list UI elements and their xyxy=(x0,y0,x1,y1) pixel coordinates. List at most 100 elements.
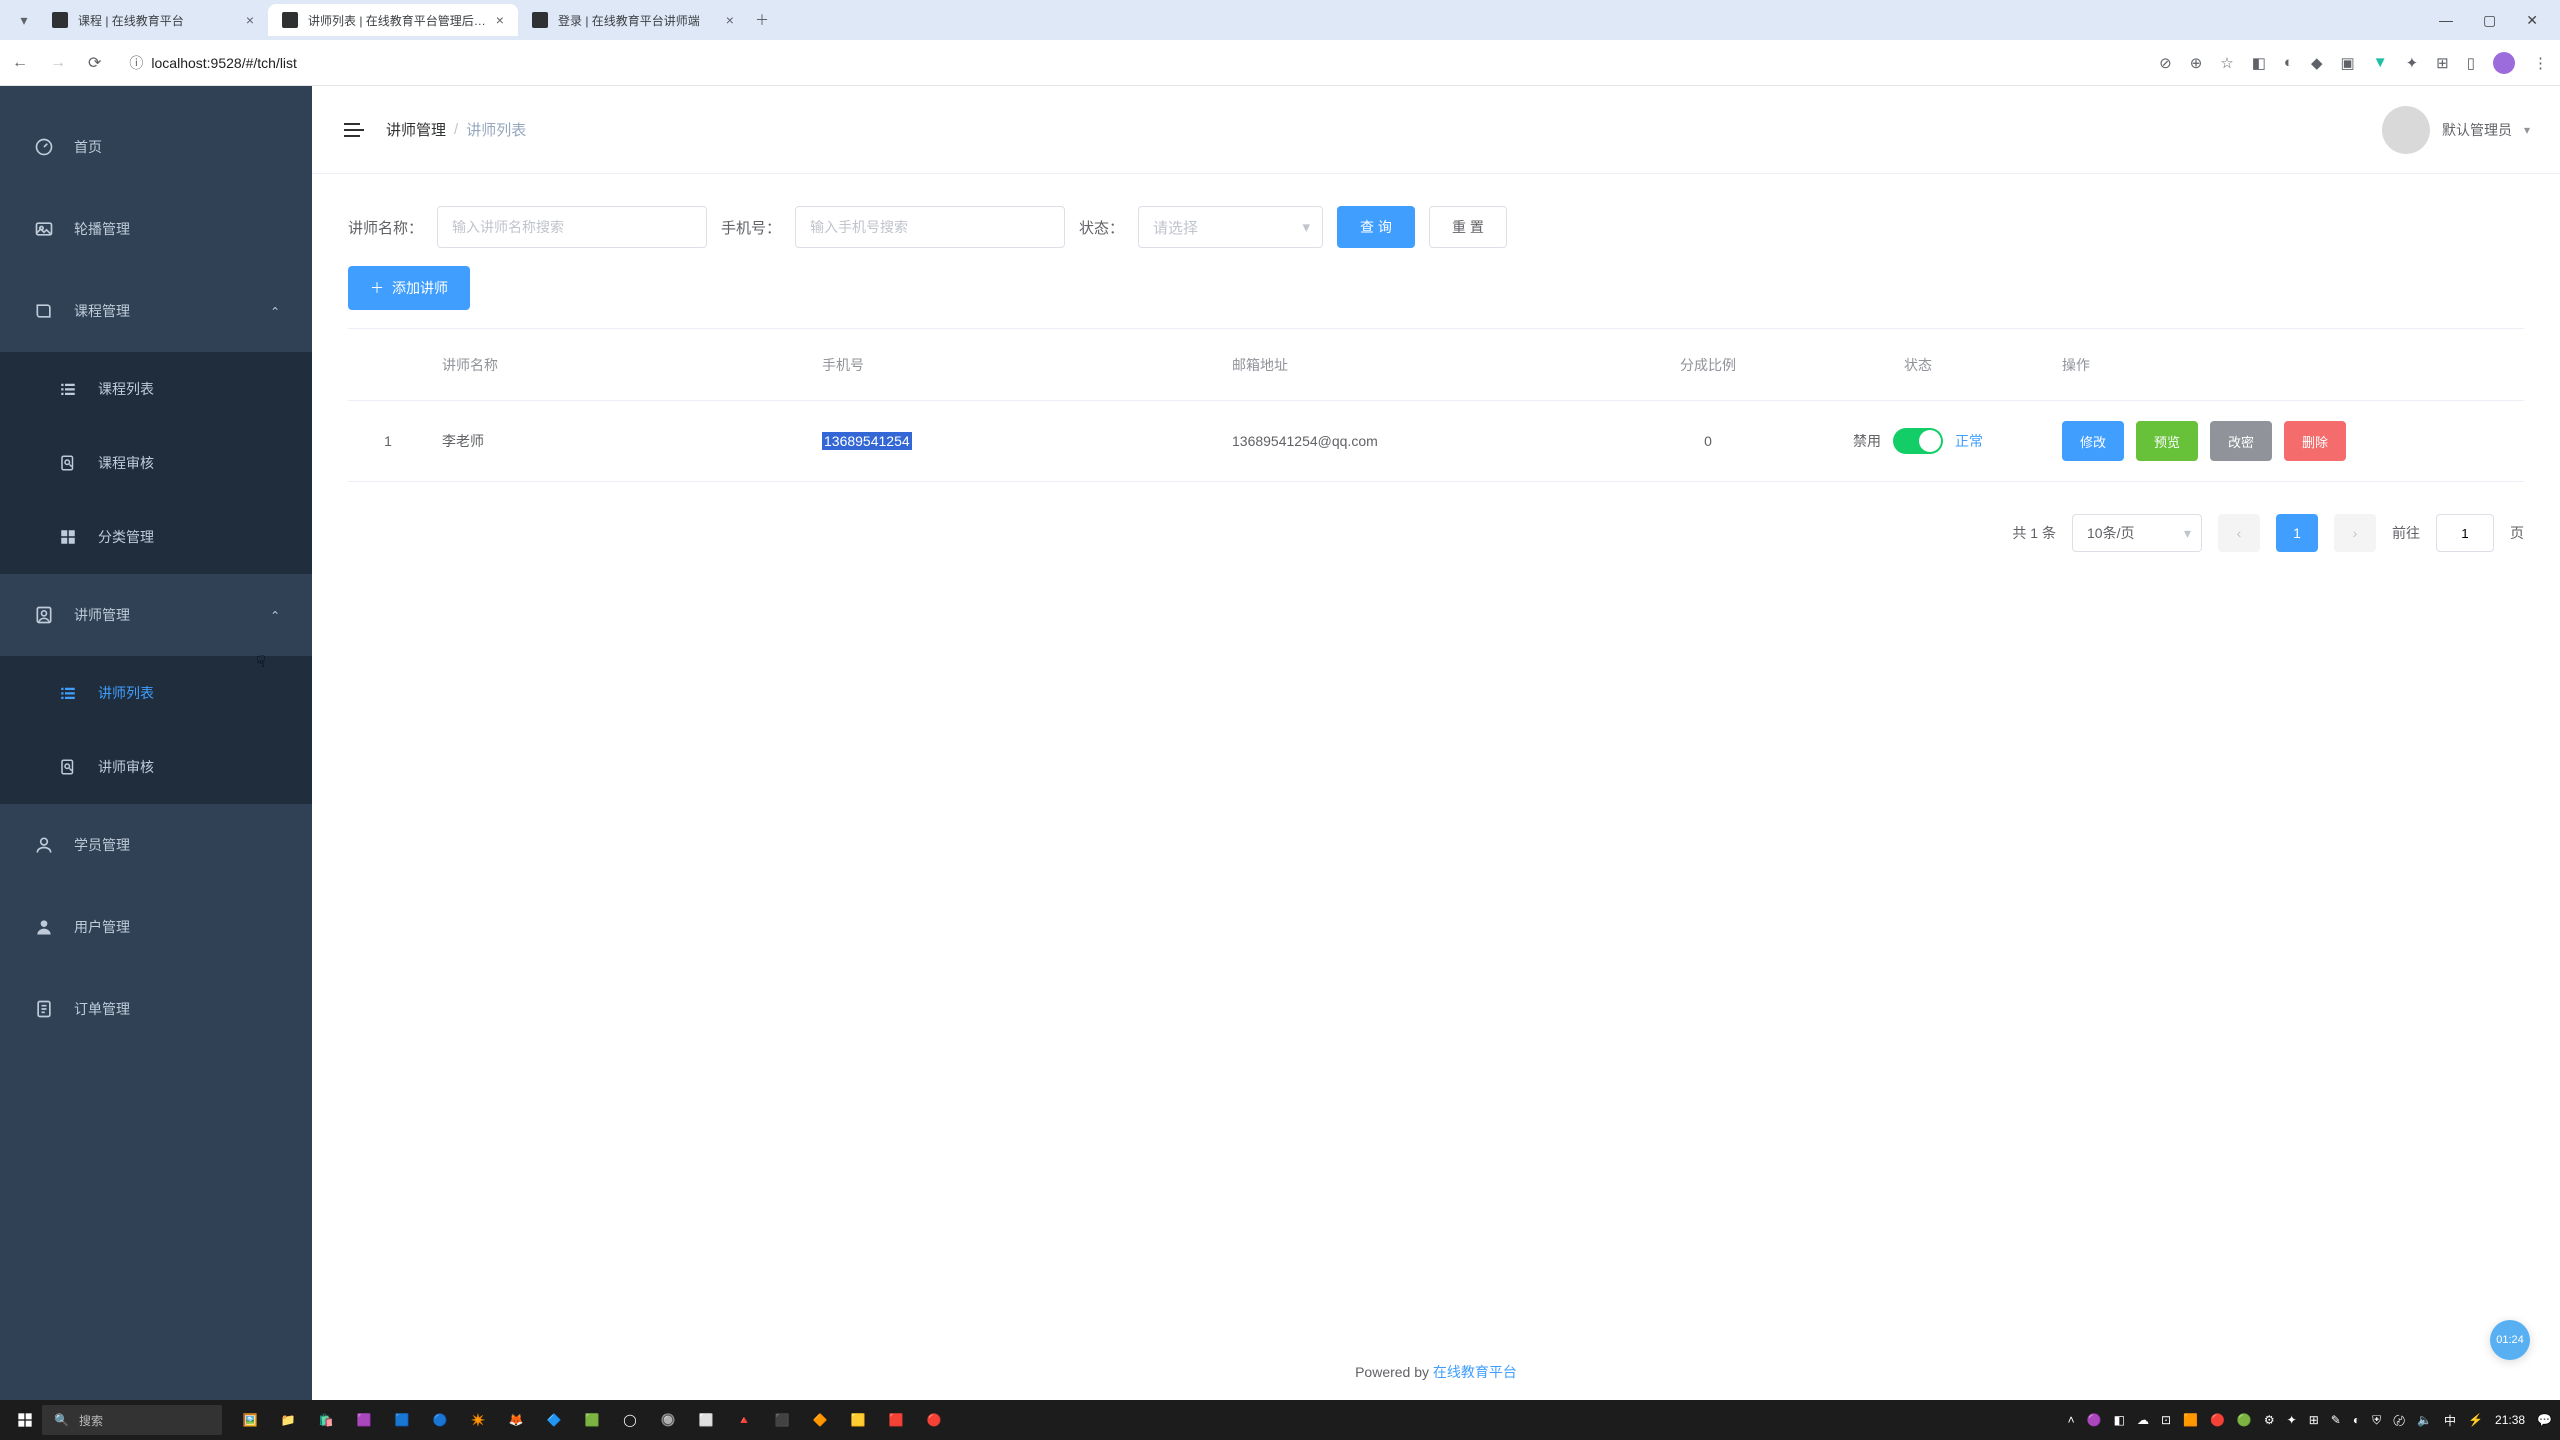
clock[interactable]: 21:38 xyxy=(2495,1413,2525,1427)
preview-button[interactable]: 预览 xyxy=(2136,421,2198,461)
pin-icon[interactable]: ✴️ xyxy=(464,1406,492,1434)
minimize-icon[interactable]: — xyxy=(2439,12,2453,29)
browser-tab[interactable]: 课程 | 在线教育平台 × xyxy=(38,4,268,36)
pin-icon[interactable]: 📁 xyxy=(274,1406,302,1434)
page-number-button[interactable]: 1 xyxy=(2276,514,2318,552)
ext-icon[interactable]: ◐ xyxy=(2284,54,2293,71)
more-icon[interactable]: ⋮ xyxy=(2533,54,2548,72)
notification-icon[interactable]: 💬 xyxy=(2537,1413,2552,1427)
close-icon[interactable]: × xyxy=(246,12,254,28)
close-window-icon[interactable]: ✕ xyxy=(2526,12,2538,29)
pin-icon[interactable]: 🔘 xyxy=(654,1406,682,1434)
tray-icon[interactable]: 中 xyxy=(2444,1412,2456,1429)
tray-icon[interactable]: ✎ xyxy=(2331,1413,2341,1427)
ext-icon[interactable]: ▣ xyxy=(2341,54,2355,72)
panel-icon[interactable]: ▯ xyxy=(2467,54,2475,72)
sidebar-item-user-mgmt[interactable]: 用户管理 xyxy=(0,886,312,968)
float-badge[interactable]: 01:24 xyxy=(2490,1320,2530,1360)
star-icon[interactable]: ☆ xyxy=(2220,54,2233,72)
url-box[interactable]: ⓘ localhost:9528/#/tch/list xyxy=(117,48,2143,78)
tray-icon[interactable]: 〄 xyxy=(2393,1412,2405,1429)
search-button[interactable]: 查 询 xyxy=(1337,206,1415,248)
back-icon[interactable]: ← xyxy=(12,54,28,72)
status-select[interactable]: 请选择 xyxy=(1138,206,1323,248)
prev-page-button[interactable]: ‹ xyxy=(2218,514,2260,552)
profile-avatar-icon[interactable] xyxy=(2493,52,2515,74)
sidebar-item-teacher-mgmt[interactable]: 讲师管理 ⌄ xyxy=(0,574,312,656)
breadcrumb-root[interactable]: 讲师管理 xyxy=(386,119,446,140)
tray-icon[interactable]: ˄ xyxy=(2068,1413,2075,1427)
tray-icon[interactable]: ⊡ xyxy=(2161,1413,2171,1427)
goto-input[interactable] xyxy=(2436,514,2494,552)
sidebar-item-course-list[interactable]: 课程列表 xyxy=(0,352,312,426)
sidebar-item-teacher-audit[interactable]: 讲师审核 xyxy=(0,730,312,804)
puzzle-icon[interactable]: ⊞ xyxy=(2436,54,2449,72)
forward-icon[interactable]: → xyxy=(50,54,66,72)
close-icon[interactable]: × xyxy=(726,12,734,28)
pwd-button[interactable]: 改密 xyxy=(2210,421,2272,461)
taskbar-search[interactable]: 🔍 搜索 xyxy=(42,1405,222,1435)
tray-icon[interactable]: 🔴 xyxy=(2210,1413,2225,1427)
pin-icon[interactable]: 🖼️ xyxy=(236,1406,264,1434)
tab-dropdown-icon[interactable]: ▾ xyxy=(10,6,38,34)
tray-icon[interactable]: ⚡ xyxy=(2468,1413,2483,1427)
maximize-icon[interactable]: ▢ xyxy=(2483,12,2496,29)
sidebar-item-category-mgmt[interactable]: 分类管理 xyxy=(0,500,312,574)
tray-icon[interactable]: ⊞ xyxy=(2309,1413,2319,1427)
next-page-button[interactable]: › xyxy=(2334,514,2376,552)
ext-icon[interactable]: ◧ xyxy=(2252,54,2266,72)
pin-icon[interactable]: 🟨 xyxy=(844,1406,872,1434)
pin-icon[interactable]: 🔴 xyxy=(920,1406,948,1434)
pin-icon[interactable]: 🔵 xyxy=(426,1406,454,1434)
name-input[interactable] xyxy=(437,206,707,248)
close-icon[interactable]: × xyxy=(496,12,504,28)
link-icon[interactable]: ⊘ xyxy=(2159,54,2172,72)
start-button[interactable] xyxy=(8,1406,42,1434)
pin-icon[interactable]: 🦊 xyxy=(502,1406,530,1434)
sidebar-item-course-mgmt[interactable]: 课程管理 ⌄ xyxy=(0,270,312,352)
sidebar-item-course-audit[interactable]: 课程审核 xyxy=(0,426,312,500)
ext-icon[interactable]: ◆ xyxy=(2311,54,2323,72)
sidebar-item-home[interactable]: 首页 xyxy=(0,106,312,188)
pin-icon[interactable]: ◯ xyxy=(616,1406,644,1434)
tray-icon[interactable]: ✦ xyxy=(2287,1413,2297,1427)
pin-icon[interactable]: 🟦 xyxy=(388,1406,416,1434)
pin-icon[interactable]: 🛍️ xyxy=(312,1406,340,1434)
tray-icon[interactable]: ◧ xyxy=(2114,1413,2125,1427)
browser-tab[interactable]: 登录 | 在线教育平台讲师端 × xyxy=(518,4,748,36)
tray-icon[interactable]: ⚙ xyxy=(2264,1413,2275,1427)
tray-icon[interactable]: 🟣 xyxy=(2087,1413,2102,1427)
pin-icon[interactable]: 🟪 xyxy=(350,1406,378,1434)
delete-button[interactable]: 删除 xyxy=(2284,421,2346,461)
phone-input[interactable] xyxy=(795,206,1065,248)
sidebar-item-carousel[interactable]: 轮播管理 xyxy=(0,188,312,270)
edit-button[interactable]: 修改 xyxy=(2062,421,2124,461)
ext-icon[interactable]: ▼ xyxy=(2373,54,2388,71)
new-tab-button[interactable]: ＋ xyxy=(748,6,776,34)
sidebar-item-teacher-list[interactable]: 讲师列表 xyxy=(0,656,312,730)
ext-icon[interactable]: ✦ xyxy=(2406,54,2419,72)
sidebar-item-student-mgmt[interactable]: 学员管理 xyxy=(0,804,312,886)
zoom-icon[interactable]: ⊕ xyxy=(2190,54,2203,72)
status-switch[interactable] xyxy=(1893,428,1943,454)
pin-icon[interactable]: ⬛ xyxy=(768,1406,796,1434)
tray-icon[interactable]: 🟧 xyxy=(2183,1413,2198,1427)
user-menu[interactable]: 默认管理员 ▾ xyxy=(2382,106,2530,154)
add-teacher-button[interactable]: ＋ 添加讲师 xyxy=(348,266,470,310)
page-size-select[interactable]: 10条/页 xyxy=(2072,514,2202,552)
pin-icon[interactable]: ⬜ xyxy=(692,1406,720,1434)
reload-icon[interactable]: ⟳ xyxy=(88,53,101,73)
pin-icon[interactable]: 🔷 xyxy=(540,1406,568,1434)
tray-icon[interactable]: 🔈 xyxy=(2417,1413,2432,1427)
browser-tab[interactable]: 讲师列表 | 在线教育平台管理后… × xyxy=(268,4,518,36)
pin-icon[interactable]: 🔶 xyxy=(806,1406,834,1434)
pin-icon[interactable]: 🟩 xyxy=(578,1406,606,1434)
tray-icon[interactable]: ⛨ xyxy=(2372,1413,2381,1428)
tray-icon[interactable]: 🟢 xyxy=(2237,1413,2252,1427)
pin-icon[interactable]: 🟥 xyxy=(882,1406,910,1434)
reset-button[interactable]: 重 置 xyxy=(1429,206,1507,248)
sidebar-item-order-mgmt[interactable]: 订单管理 xyxy=(0,968,312,1050)
hamburger-icon[interactable] xyxy=(342,118,366,142)
footer-link[interactable]: 在线教育平台 xyxy=(1433,1364,1517,1380)
pin-icon[interactable]: 🔺 xyxy=(730,1406,758,1434)
